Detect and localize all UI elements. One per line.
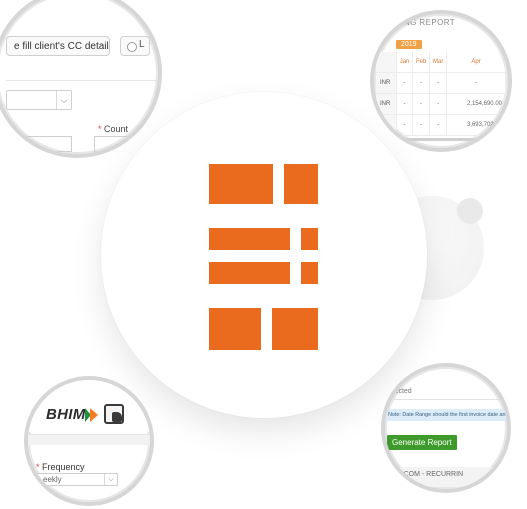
selection-text: lected — [393, 388, 412, 395]
frequency-label-text: Frequency — [42, 462, 85, 472]
horizontal-scrollbar[interactable] — [394, 138, 490, 141]
dropdown-select[interactable]: ⌵ — [6, 90, 72, 110]
year-badge[interactable]: 2019 — [396, 40, 422, 49]
value-cell: - — [429, 114, 448, 136]
frequency-label: * Frequency — [36, 462, 85, 472]
table-row: IR - - - 3,693,702.00 — [376, 114, 506, 136]
frequency-value: eekly — [43, 475, 62, 484]
value-cell: - — [429, 93, 448, 115]
currency-cell: IR — [376, 114, 397, 136]
table-row: INR - - - 2,154,690.00 — [376, 93, 506, 115]
logo-block-mid2-right — [301, 262, 318, 284]
month-header: Feb — [412, 52, 431, 73]
value-cell: - — [396, 114, 414, 136]
value-cell: - — [396, 72, 414, 94]
lens-generate-report: lected Note: Date Range should the first… — [381, 363, 511, 493]
cc-details-option[interactable]: e fill client's CC details — [6, 36, 110, 56]
radio-option[interactable]: L — [120, 36, 150, 56]
bhim-logo: BHIM — [46, 406, 86, 423]
hand-icon — [112, 412, 122, 422]
month-header: Jan — [396, 52, 414, 73]
divider — [6, 80, 158, 81]
value-cell: - — [429, 72, 448, 94]
cc-details-label: e fill client's CC details — [14, 41, 110, 52]
bhim-arrow-orange-icon — [90, 408, 98, 422]
generate-report-button[interactable]: Generate Report — [387, 435, 457, 450]
chevron-down-icon[interactable]: ⌵ — [56, 91, 71, 109]
country-field-label: * Count — [98, 124, 128, 134]
logo-block-bottom-left — [209, 308, 261, 350]
lens-bhim-payment: BHIM * Frequency eekly ⌵ — [24, 376, 154, 506]
lens-report-table: NG REPORT 2019 Jan Feb Mar Apr INR - - -… — [370, 10, 512, 152]
upi-hand-phone-icon[interactable] — [104, 404, 124, 424]
required-mark: * — [98, 124, 102, 134]
value-cell: 3,693,702.00 — [446, 114, 506, 136]
logo-block-bottom-right — [272, 308, 318, 350]
footer-text: A.COM - RECURRIN — [397, 471, 464, 478]
value-cell: - — [412, 114, 431, 136]
value-cell: - — [412, 72, 431, 94]
text-input[interactable] — [6, 136, 72, 152]
logo-block-mid1-left — [209, 228, 290, 250]
logo-block-top-left — [209, 164, 273, 204]
header-blank — [376, 52, 397, 73]
table-row: INR - - - - — [376, 72, 506, 94]
report-title: NG REPORT — [404, 18, 456, 27]
footer-bar: A.COM - RECURRIN — [385, 467, 507, 487]
logo-block-mid1-right — [301, 228, 318, 250]
country-label-text: Count — [104, 124, 129, 134]
decorative-circle-small — [457, 198, 483, 224]
currency-cell: INR — [376, 93, 397, 115]
value-cell: - — [412, 93, 431, 115]
value-cell: - — [396, 93, 414, 115]
logo-block-top-right — [284, 164, 318, 204]
country-input[interactable] — [94, 136, 146, 152]
section-band — [28, 434, 150, 445]
value-cell: - — [446, 72, 506, 94]
lens-client-form: e fill client's CC details L ⌵ * Count — [0, 0, 162, 158]
value-cell: 2,154,690.00 — [446, 93, 506, 115]
chevron-down-icon[interactable]: ⌵ — [104, 474, 117, 485]
required-mark: * — [36, 462, 40, 472]
report-table: Jan Feb Mar Apr INR - - - - INR - - - 2,… — [376, 52, 506, 136]
radio-circle-icon[interactable] — [127, 42, 137, 52]
radio-label: L — [139, 39, 145, 50]
month-header: Mar — [429, 52, 448, 73]
date-range-note: Note: Date Range should the first invoic… — [385, 409, 507, 421]
selection-field[interactable]: lected — [385, 387, 507, 400]
month-header: Apr — [446, 52, 506, 73]
currency-cell: INR — [376, 72, 397, 94]
logo-block-mid2-left — [209, 262, 290, 284]
frequency-select[interactable]: eekly ⌵ — [36, 473, 118, 486]
table-header-row: Jan Feb Mar Apr — [376, 52, 506, 73]
